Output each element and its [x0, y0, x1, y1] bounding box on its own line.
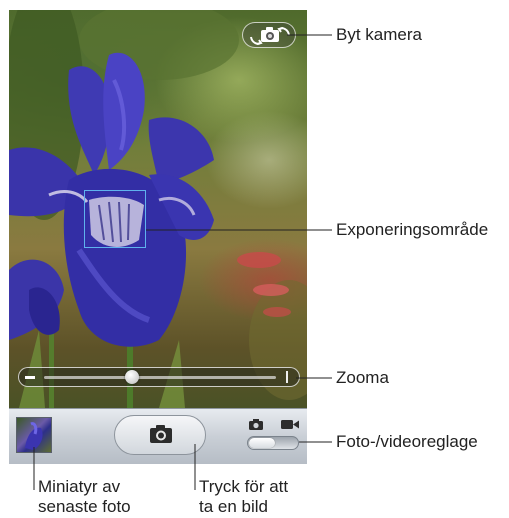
exposure-area-label: Exponeringsområde: [336, 220, 489, 239]
shutter-label-line1: Tryck för att: [199, 477, 289, 496]
shutter-label-line2: ta en bild: [199, 497, 268, 516]
thumbnail-label-line2: senaste foto: [38, 497, 131, 516]
zoom-label: Zooma: [336, 368, 389, 387]
thumbnail-label-line1: Miniatyr av: [38, 477, 121, 496]
photo-video-switch-label: Foto-/videoreglage: [336, 432, 478, 451]
switch-camera-label: Byt kamera: [336, 25, 422, 44]
